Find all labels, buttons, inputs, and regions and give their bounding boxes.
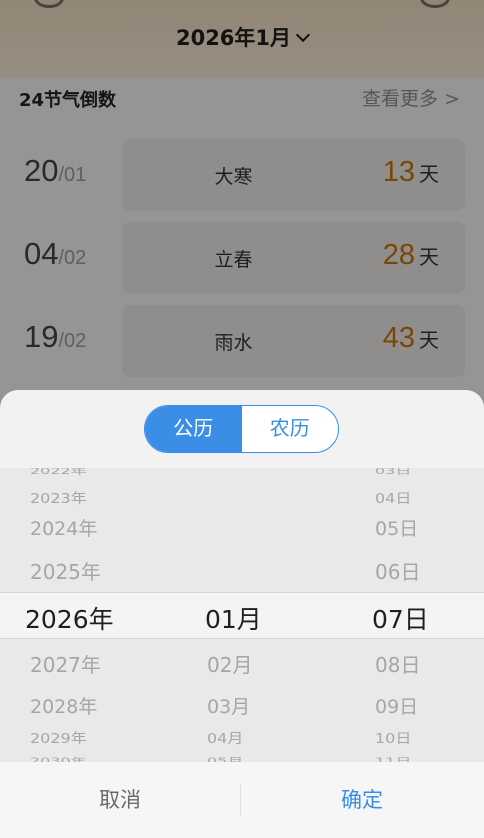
year-option[interactable]: 2027年 [30, 649, 101, 678]
date-wheel-picker[interactable]: 2022年 03日 2023年 04日 2024年 05日 2025年 06日 … [0, 468, 484, 762]
year-option[interactable]: 2029年 [30, 727, 87, 747]
day-option[interactable]: 09日 [375, 692, 418, 719]
selected-year[interactable]: 2026年 [25, 600, 114, 636]
year-option[interactable]: 2028年 [30, 692, 97, 719]
confirm-button[interactable]: 确定 [242, 762, 482, 838]
month-option[interactable]: 05月 [207, 753, 243, 762]
month-option[interactable]: 02月 [207, 649, 252, 678]
divider [240, 784, 241, 816]
year-option[interactable]: 2025年 [30, 556, 101, 585]
day-option[interactable]: 06日 [375, 556, 420, 585]
tab-lunar[interactable]: 农历 [242, 406, 339, 452]
date-picker-sheet: 公历 农历 2022年 03日 2023年 04日 2024年 05日 2025… [0, 390, 484, 838]
year-option[interactable]: 2024年 [30, 514, 97, 541]
day-option[interactable]: 08日 [375, 649, 420, 678]
calendar-type-toggle: 公历 农历 [144, 405, 339, 453]
year-option[interactable]: 2023年 [30, 487, 87, 507]
selected-day[interactable]: 07日 [372, 600, 429, 636]
day-option[interactable]: 11日 [375, 753, 411, 762]
cancel-button[interactable]: 取消 [0, 762, 240, 838]
day-option[interactable]: 10日 [375, 727, 411, 747]
month-option[interactable]: 04月 [207, 727, 243, 747]
tab-gregorian[interactable]: 公历 [145, 406, 242, 452]
year-option[interactable]: 2030年 [30, 753, 87, 762]
month-option[interactable]: 03月 [207, 692, 250, 719]
action-bar: 取消 确定 [0, 762, 484, 838]
year-option[interactable]: 2022年 [30, 468, 87, 477]
selected-month[interactable]: 01月 [205, 600, 262, 636]
day-option[interactable]: 05日 [375, 514, 418, 541]
day-option[interactable]: 04日 [375, 487, 411, 507]
day-option[interactable]: 03日 [375, 468, 411, 477]
